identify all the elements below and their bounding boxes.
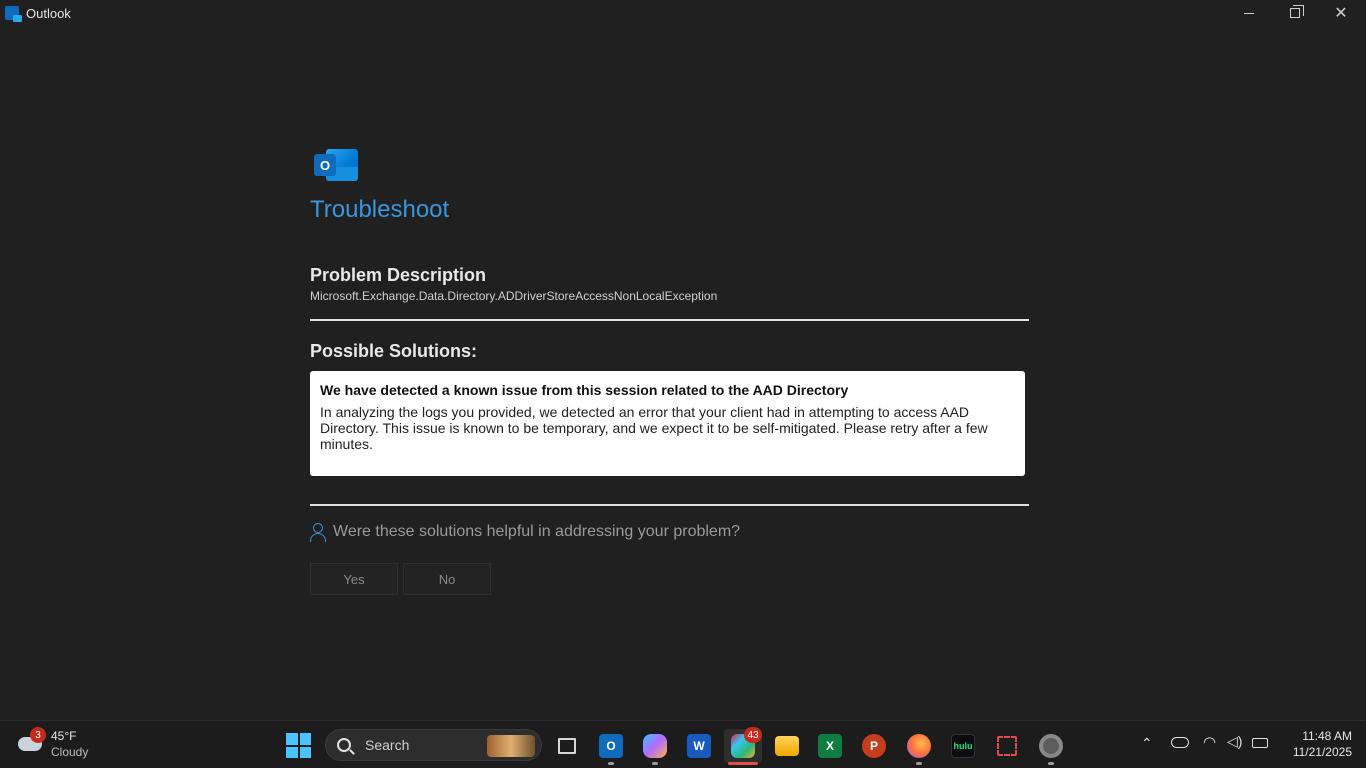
taskbar-word[interactable]: W xyxy=(680,729,718,763)
folder-icon xyxy=(775,736,799,756)
taskbar-settings[interactable] xyxy=(1032,729,1070,765)
taskbar-copilot[interactable] xyxy=(636,729,674,765)
battery-icon[interactable] xyxy=(1252,738,1268,748)
copilot-icon xyxy=(643,734,667,758)
minimize-icon xyxy=(1244,12,1254,14)
search-icon xyxy=(337,738,351,752)
task-view-icon xyxy=(558,738,576,754)
start-button[interactable] xyxy=(286,733,311,758)
minimize-button[interactable] xyxy=(1226,0,1272,26)
feedback-question: Were these solutions helpful in addressi… xyxy=(333,523,741,540)
restore-icon xyxy=(1290,5,1304,18)
gear-icon xyxy=(1039,734,1063,758)
weather-widget[interactable]: 3 45°F Cloudy xyxy=(16,727,106,763)
word-icon: W xyxy=(687,734,711,758)
restore-button[interactable] xyxy=(1272,0,1318,26)
close-icon: ✕ xyxy=(1334,5,1348,22)
taskbar-firefox[interactable] xyxy=(900,729,938,765)
feedback-buttons: Yes No xyxy=(310,563,1030,595)
taskbar-file-explorer[interactable] xyxy=(768,729,806,763)
taskbar-hulu[interactable]: hulu xyxy=(944,729,982,763)
taskbar-outlook[interactable]: O xyxy=(592,729,630,765)
solution-title: We have detected a known issue from this… xyxy=(320,382,849,398)
firefox-icon xyxy=(907,734,931,758)
title-bar: Outlook ✕ xyxy=(0,0,1366,26)
taskbar-powerpoint[interactable]: P xyxy=(855,729,893,763)
wifi-icon[interactable]: ◠ xyxy=(1203,733,1216,751)
taskbar-snipping-tool[interactable] xyxy=(988,729,1026,763)
no-button[interactable]: No xyxy=(403,563,491,595)
volume-icon[interactable]: ◁) xyxy=(1227,733,1242,750)
powerpoint-icon: P xyxy=(862,734,886,758)
person-feedback-icon xyxy=(310,523,326,542)
slack-notification-badge: 43 xyxy=(744,727,762,743)
task-view-button[interactable] xyxy=(548,729,586,763)
chevron-up-icon[interactable]: ⌃ xyxy=(1141,735,1153,752)
search-label: Search xyxy=(365,737,410,753)
close-button[interactable]: ✕ xyxy=(1318,0,1364,26)
yes-button[interactable]: Yes xyxy=(310,563,398,595)
feedback-prompt: Were these solutions helpful in addressi… xyxy=(310,523,1030,542)
outlook-logo-icon: O xyxy=(314,145,360,185)
outlook-icon: O xyxy=(599,734,623,758)
taskbar: 3 45°F Cloudy Search O W 43 X P hulu ⌃ ◠… xyxy=(0,720,1366,768)
page-title: Troubleshoot xyxy=(310,196,450,223)
solutions-heading: Possible Solutions: xyxy=(310,341,478,361)
solution-card: We have detected a known issue from this… xyxy=(310,371,1025,476)
clock[interactable]: 11:48 AM 11/21/2025 xyxy=(1280,728,1352,760)
window-title: Outlook xyxy=(26,5,71,21)
snipping-tool-icon xyxy=(997,736,1017,756)
problem-heading: Problem Description xyxy=(310,265,487,285)
taskbar-slack[interactable]: 43 xyxy=(724,727,762,765)
divider xyxy=(310,319,1029,321)
onedrive-cloud-icon[interactable] xyxy=(1171,737,1189,748)
troubleshoot-panel: O Troubleshoot Problem Description Micro… xyxy=(310,145,1030,595)
weather-badge: 3 xyxy=(30,727,46,743)
weather-temp: 45°F xyxy=(51,729,77,743)
solution-body: In analyzing the logs you provided, we d… xyxy=(320,404,988,452)
clock-date: 11/21/2025 xyxy=(1292,745,1352,759)
taskbar-search[interactable]: Search xyxy=(325,729,542,761)
search-highlight-image xyxy=(487,735,535,757)
clock-time: 11:48 AM xyxy=(1302,729,1352,743)
outlook-app-icon xyxy=(5,6,22,22)
weather-condition: Cloudy xyxy=(51,745,89,759)
problem-text: Microsoft.Exchange.Data.Directory.ADDriv… xyxy=(310,289,718,303)
excel-icon: X xyxy=(818,734,842,758)
divider xyxy=(310,504,1029,506)
hulu-icon: hulu xyxy=(951,734,975,758)
taskbar-excel[interactable]: X xyxy=(811,729,849,763)
